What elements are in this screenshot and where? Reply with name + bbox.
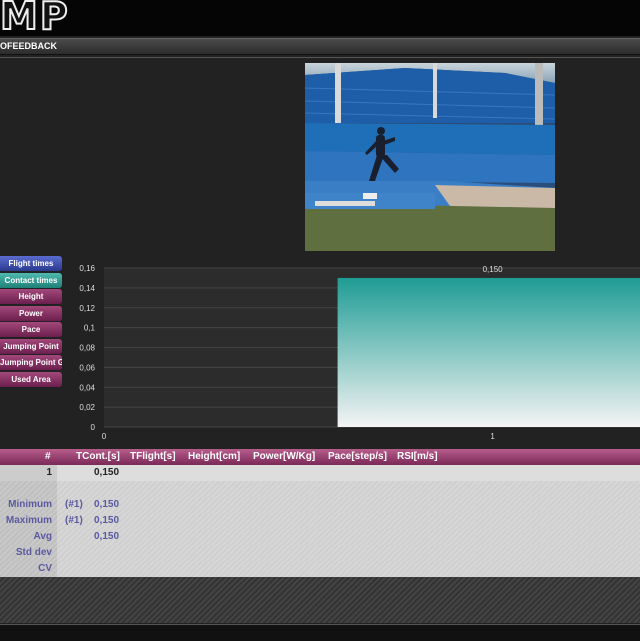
video-frame[interactable]: [305, 63, 555, 251]
contact-times-chart: 0,16 0,14 0,12 0,1 0,08 0,06 0,04 0,02 0 0 1 0,15…: [79, 264, 640, 441]
y-tick-label: 0,14: [79, 284, 95, 293]
row-label: CV: [38, 563, 52, 574]
x-tick-label: 1: [490, 432, 495, 441]
stats-row-minimum: Minimum (#1) 0,150: [0, 497, 640, 513]
y-tick-label: 0,08: [79, 344, 95, 353]
results-table: # TCont.[s] TFlight[s] Height[cm] Power[…: [0, 449, 640, 577]
row-ref: (#1): [65, 499, 83, 510]
app-logo: MP: [0, 0, 70, 39]
y-tick-label: 0,16: [79, 264, 95, 273]
stats-row-std-dev: Std dev: [0, 545, 640, 561]
row-value: 0,150: [94, 515, 120, 526]
divider: [0, 57, 640, 58]
row-value: 0,150: [94, 499, 120, 510]
table-row: [0, 481, 640, 497]
y-tick-label: 0,12: [79, 304, 95, 313]
video-image: [305, 63, 555, 251]
col-header-index: #: [45, 451, 51, 462]
stats-row-maximum: Maximum (#1) 0,150: [0, 513, 640, 529]
row-label: Std dev: [15, 547, 52, 558]
section-header: OFEEDBACK: [0, 38, 640, 55]
col-header-power: Power[W/Kg]: [253, 451, 316, 462]
bar: [337, 277, 640, 427]
x-tick-label: 0: [102, 432, 107, 441]
stats-row-cv: CV: [0, 561, 640, 577]
section-title: OFEEDBACK: [0, 41, 58, 51]
col-header-tflight: TFlight[s]: [130, 451, 176, 462]
row-label: Maximum: [5, 515, 52, 526]
col-header-height: Height[cm]: [188, 451, 241, 462]
col-header-tcont: TCont.[s]: [76, 451, 120, 462]
y-tick-label: 0: [91, 423, 96, 432]
row-label: 1: [46, 467, 52, 478]
row-value: 0,150: [94, 467, 120, 478]
table-row[interactable]: 1 0,150: [0, 465, 640, 481]
col-header-rsi: RSI[m/s]: [397, 451, 438, 462]
stats-row-avg: Avg 0,150: [0, 529, 640, 545]
empty-area: [0, 577, 640, 623]
top-bar: MP: [0, 0, 640, 39]
col-header-pace: Pace[step/s]: [328, 451, 387, 462]
y-tick-label: 0,06: [79, 363, 95, 372]
footer-bar: [0, 624, 640, 641]
row-value: 0,150: [94, 531, 120, 542]
row-ref: (#1): [65, 515, 83, 526]
bar-data-label: 0,150: [483, 265, 504, 274]
row-label: Avg: [33, 531, 52, 542]
y-tick-label: 0,1: [84, 324, 96, 333]
row-label: Minimum: [8, 499, 52, 510]
y-tick-label: 0,02: [79, 403, 95, 412]
table-header: # TCont.[s] TFlight[s] Height[cm] Power[…: [0, 449, 640, 465]
y-tick-label: 0,04: [79, 383, 95, 392]
